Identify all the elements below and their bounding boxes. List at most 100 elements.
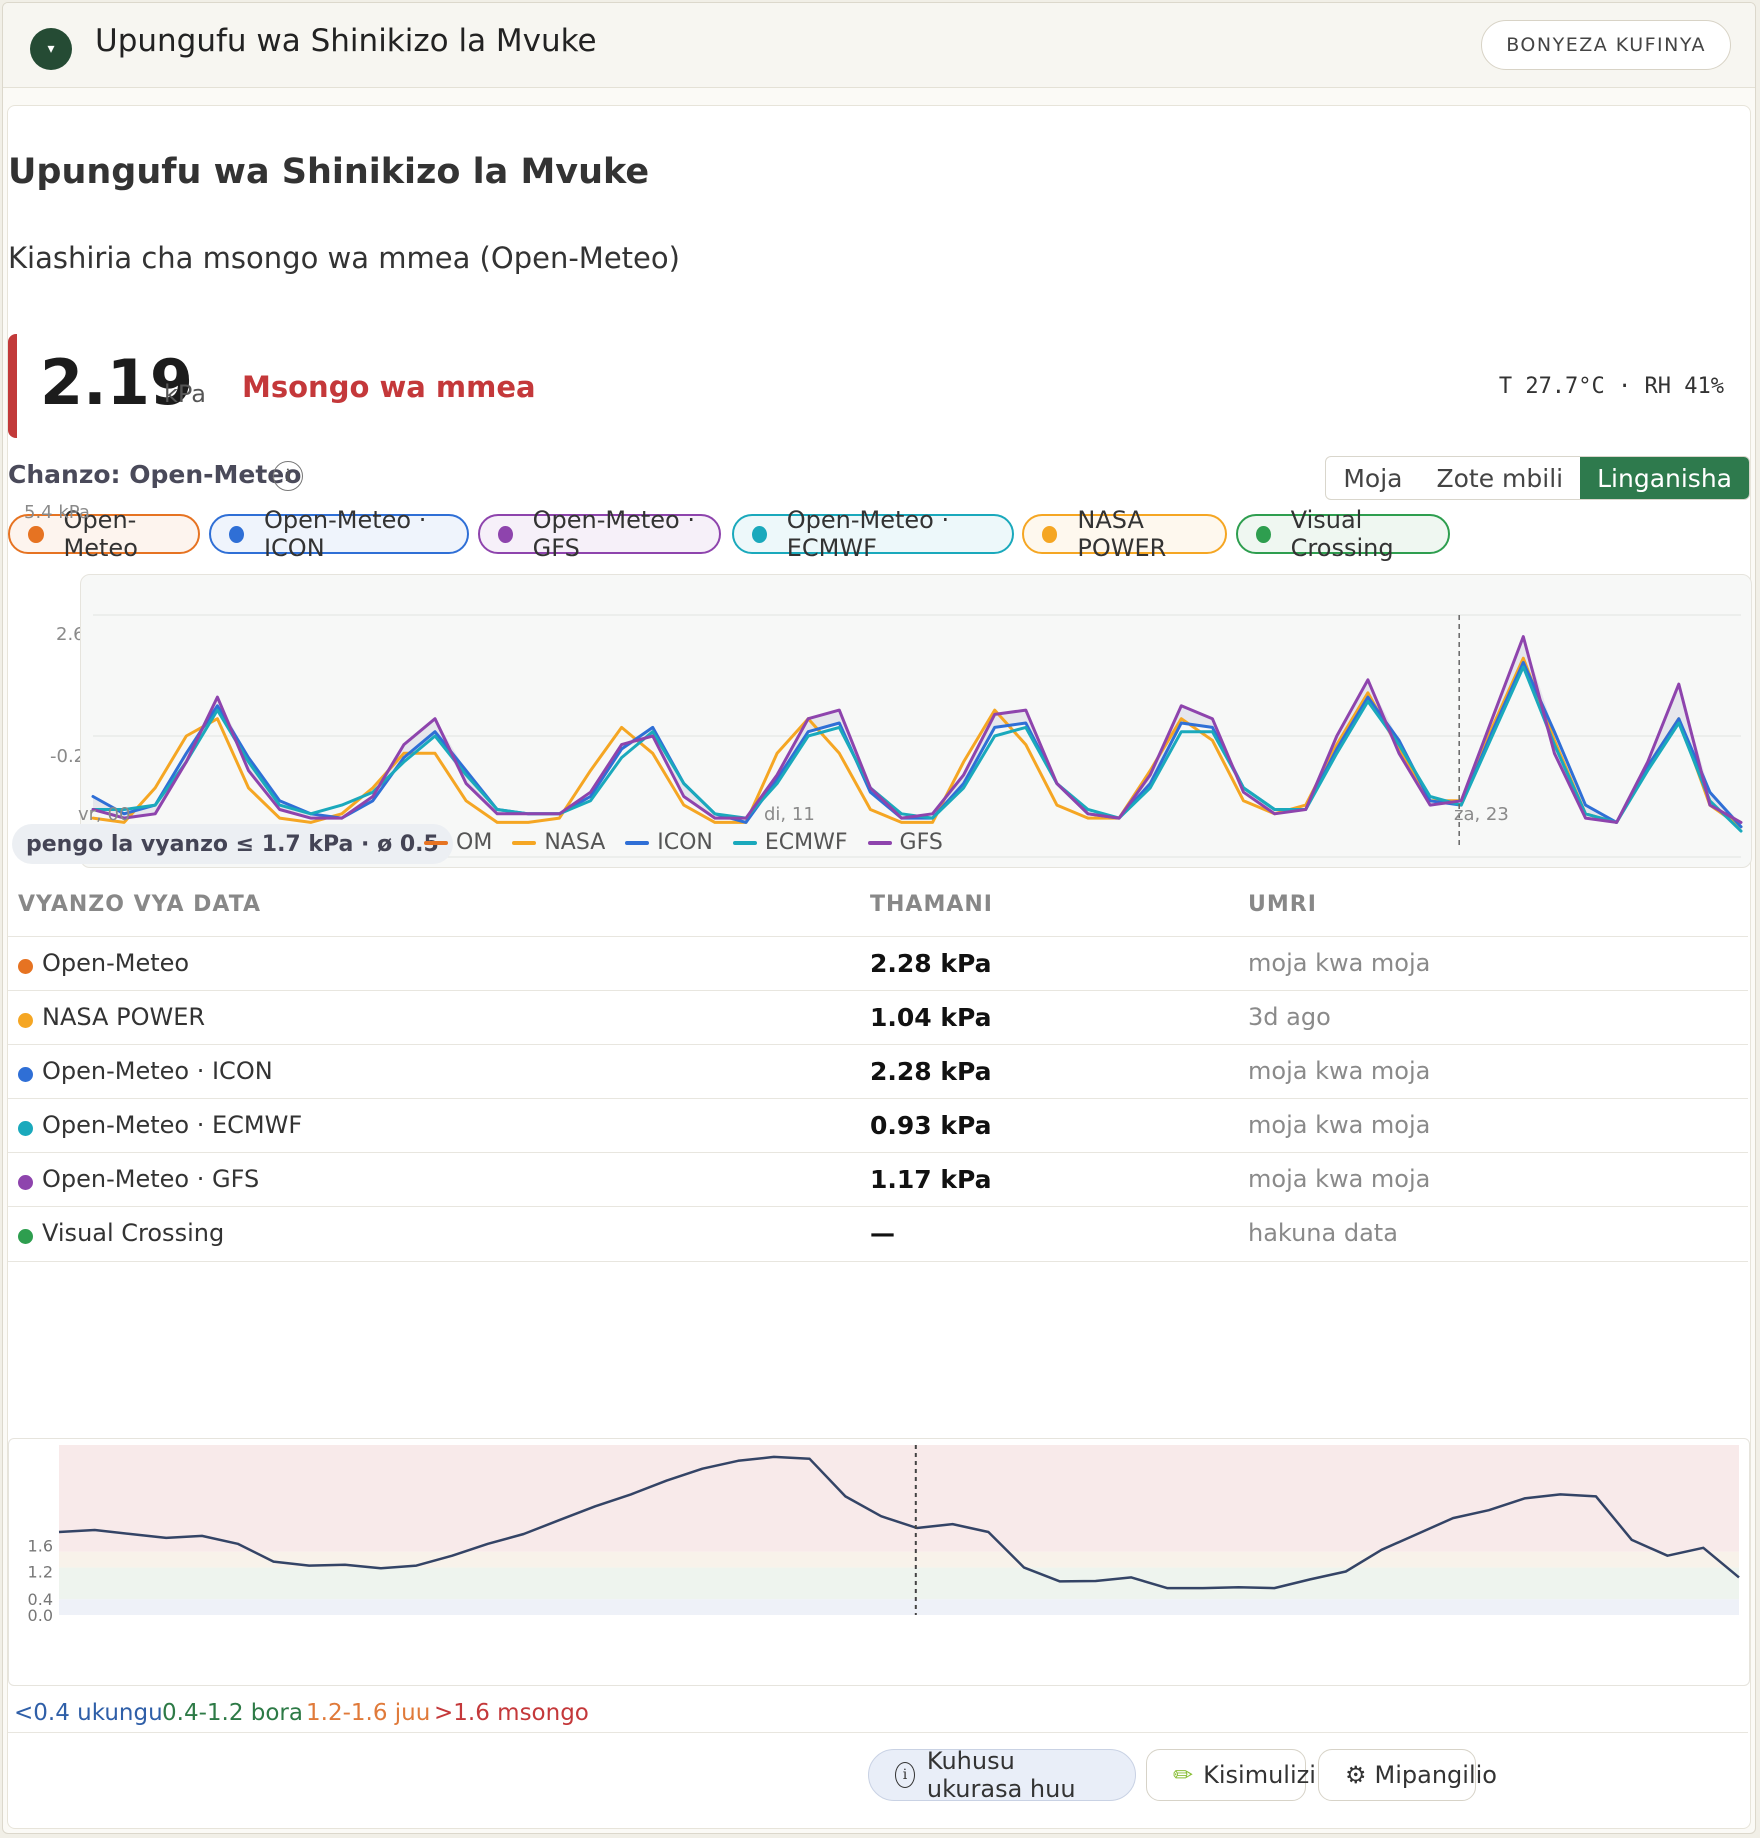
zone-band — [59, 1567, 1739, 1600]
chip-label: Visual Crossing — [1290, 506, 1394, 562]
dot-icon — [18, 1013, 33, 1028]
chip-label: NASA POWER — [1077, 506, 1167, 562]
series-line-icon — [91, 661, 1743, 829]
source-value: 1.17 kPa — [870, 1165, 992, 1194]
legend-item: ICON — [625, 830, 713, 855]
chip-label: Open-Meteo · ECMWF — [786, 506, 950, 562]
source-value: 0.93 kPa — [870, 1111, 992, 1140]
legend-item: GFS — [867, 830, 943, 855]
source-age: moja kwa moja — [1248, 949, 1431, 977]
dot-icon — [498, 525, 513, 543]
chip-nasa-power[interactable]: NASA POWER — [1022, 506, 1227, 562]
source-age: 3d ago — [1248, 1003, 1331, 1031]
legend-item: OM — [424, 830, 492, 855]
about-button[interactable]: i Kuhusu ukurasa huu — [868, 1747, 1136, 1803]
legend-item: NASA — [512, 830, 605, 855]
mode-single[interactable]: Moja — [1326, 457, 1419, 499]
source-value: 2.28 kPa — [870, 949, 992, 978]
source-age: moja kwa moja — [1248, 1165, 1431, 1193]
chip-label: Open-Meteo · GFS — [532, 506, 695, 562]
column-header-source: VYANZO VYA DATA — [18, 892, 262, 917]
gear-icon: ⚙ — [1345, 1761, 1367, 1789]
table-row: Open-Meteo · ICON 2.28 kPa moja kwa moja — [8, 1044, 1748, 1099]
source-age: moja kwa moja — [1248, 1111, 1431, 1139]
source-age: hakuna data — [1248, 1219, 1398, 1247]
dot-icon — [1256, 525, 1271, 543]
settings-button[interactable]: ⚙ Mipangilio — [1318, 1749, 1497, 1801]
series-line-nasa — [91, 656, 1743, 829]
y-tick-label: 1.6 — [28, 1537, 53, 1556]
widget-title: Upungufu wa Shinikizo la Mvuke — [95, 23, 597, 59]
source-value: 1.04 kPa — [870, 1003, 992, 1032]
dot-icon — [28, 525, 44, 543]
pencil-icon: ✏ — [1173, 1761, 1194, 1789]
mode-toggle: Moja Zote mbili Linganisha — [1325, 456, 1750, 500]
legend-label: NASA — [544, 830, 606, 855]
mode-compare[interactable]: Linganisha — [1580, 457, 1749, 499]
vpd-zone-chart: 1.6 1.2 0.4 0.0 — [8, 1438, 1750, 1686]
chart-legend: OM NASA ICON ECMWF GFS — [424, 830, 963, 855]
mode-both[interactable]: Zote mbili — [1419, 457, 1580, 499]
zone-band — [59, 1445, 1739, 1552]
table-row: Open-Meteo · GFS 1.17 kPa moja kwa moja — [8, 1152, 1748, 1207]
legend-swatch — [732, 840, 757, 845]
status-label: Msongo wa mmea — [242, 370, 536, 404]
y-tick-label: 5.4 kPa — [24, 502, 90, 523]
status-accent-bar — [8, 334, 17, 438]
collapse-toggle-icon[interactable]: ▾ — [30, 28, 72, 70]
x-tick-label: vr, 00 — [78, 804, 131, 825]
chip-visual-crossing[interactable]: Visual Crossing — [1236, 506, 1450, 562]
table-row: Open-Meteo · ECMWF 0.93 kPa moja kwa moja — [8, 1098, 1748, 1153]
dot-icon — [229, 525, 244, 543]
legend-swatch — [512, 840, 537, 845]
legend-swatch — [625, 840, 650, 845]
zone-legend-high: 1.2-1.6 juu — [306, 1700, 431, 1726]
temperature-humidity-readout: T 27.7°C · RH 41% — [1498, 374, 1724, 399]
source-gap-badge: pengo la vyanzo ≤ 1.7 kPa · ø 0.5 — [12, 824, 453, 864]
table-row: Open-Meteo 2.28 kPa moja kwa moja — [8, 936, 1748, 991]
dot-icon — [18, 1067, 33, 1082]
column-header-value: THAMANI — [870, 892, 993, 917]
story-button[interactable]: ✏ Kisimulizi — [1146, 1749, 1316, 1801]
legend-label: ECMWF — [764, 830, 848, 855]
card-footer: i Kuhusu ukurasa huu ✏ Kisimulizi ⚙ Mipa… — [8, 1732, 1748, 1827]
dot-icon — [1042, 525, 1058, 543]
y-tick-label: 1.2 — [28, 1563, 53, 1582]
y-tick-label: 0.0 — [28, 1606, 53, 1625]
dot-icon — [18, 1121, 33, 1136]
current-value-panel: 2.19 kPa Msongo wa mmea T 27.7°C · RH 41… — [8, 334, 1748, 438]
chip-ecmwf[interactable]: Open-Meteo · ECMWF — [732, 506, 1014, 562]
legend-label: GFS — [899, 830, 943, 855]
legend-label: ICON — [657, 830, 713, 855]
source-age: moja kwa moja — [1248, 1057, 1431, 1085]
source-name: NASA POWER — [42, 1003, 206, 1031]
zone-legend-optimal: 0.4-1.2 bora — [162, 1700, 303, 1726]
settings-label: Mipangilio — [1374, 1761, 1497, 1789]
source-value: 2.28 kPa — [870, 1057, 992, 1086]
table-row: NASA POWER 1.04 kPa 3d ago — [8, 990, 1748, 1045]
chip-icon[interactable]: Open-Meteo · ICON — [209, 506, 469, 562]
source-label: Chanzo: Open-Meteo — [8, 460, 302, 489]
legend-label: OM — [456, 830, 493, 855]
value-unit: kPa — [164, 380, 206, 408]
source-name: Visual Crossing — [42, 1219, 225, 1247]
about-label: Kuhusu ukurasa huu — [926, 1747, 1076, 1803]
story-label: Kisimulizi — [1203, 1761, 1316, 1789]
info-icon[interactable]: i — [273, 461, 303, 491]
widget-header: ▾ Upungufu wa Shinikizo la Mvuke BONYEZA… — [3, 3, 1755, 88]
zone-band — [59, 1599, 1739, 1615]
zone-legend-fog: <0.4 ukungu — [14, 1700, 163, 1726]
page-title: Upungufu wa Shinikizo la Mvuke — [8, 152, 650, 192]
source-name: Open-Meteo · ECMWF — [42, 1111, 303, 1139]
table-row: Visual Crossing — hakuna data — [8, 1206, 1748, 1262]
column-header-age: UMRI — [1248, 892, 1317, 917]
source-name: Open-Meteo — [42, 949, 190, 977]
info-icon: i — [895, 1762, 915, 1788]
source-name: Open-Meteo · GFS — [42, 1165, 260, 1193]
source-value: — — [870, 1219, 895, 1248]
source-name: Open-Meteo · ICON — [42, 1057, 273, 1085]
collapse-button[interactable]: BONYEZA KUFINYA — [1481, 20, 1731, 70]
chip-gfs[interactable]: Open-Meteo · GFS — [478, 506, 721, 562]
legend-swatch — [867, 840, 892, 845]
widget-frame: ▾ Upungufu wa Shinikizo la Mvuke BONYEZA… — [2, 2, 1756, 1834]
